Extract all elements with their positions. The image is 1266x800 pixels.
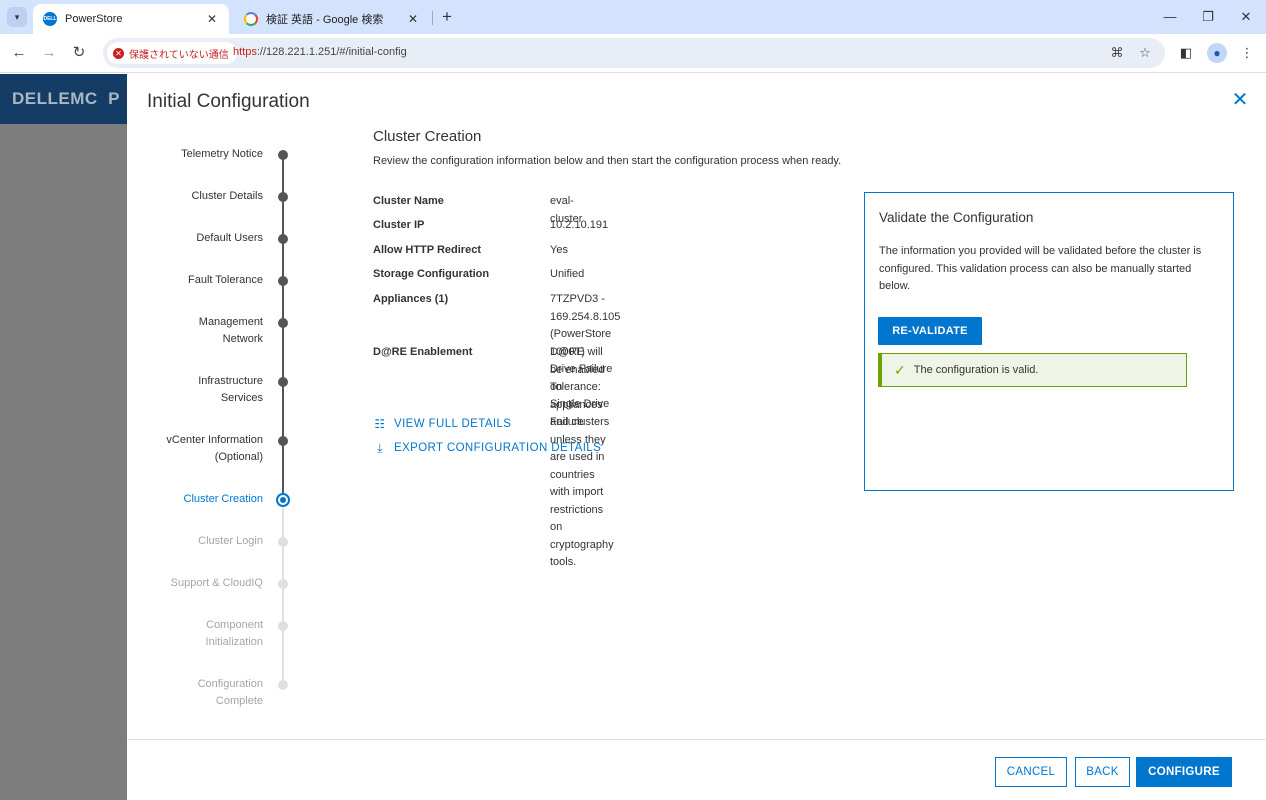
validate-description: The information you provided will be val… — [879, 245, 1202, 292]
url-rest: ://128.221.1.251/#/initial-config — [256, 46, 407, 58]
close-icon[interactable]: ✕ — [1230, 90, 1250, 110]
close-tab-icon[interactable]: ✕ — [205, 12, 219, 26]
step-pending-dot — [278, 680, 288, 690]
step-configuration-complete: Configuration Complete — [197, 678, 263, 707]
detail-label: D@RE Enablement — [373, 346, 473, 358]
link-label: EXPORT CONFIGURATION DETAILS — [394, 442, 602, 454]
restore-button[interactable]: ❐ — [1194, 7, 1222, 27]
google-icon — [244, 12, 258, 26]
checklist-icon: ☷ — [374, 417, 386, 431]
back-button[interactable]: BACK — [1075, 757, 1130, 787]
step-complete-dot — [278, 276, 288, 286]
step-pending-dot — [278, 537, 288, 547]
step-component-initialization: Component Initialization — [205, 619, 263, 648]
url-text[interactable]: https://128.221.1.251/#/initial-config — [233, 46, 407, 58]
validate-title: Validate the Configuration — [879, 210, 1034, 225]
detail-label: Storage Configuration — [373, 268, 490, 280]
detail-value: D@RE will be enabled on appliances and c… — [550, 344, 614, 572]
detail-label: Allow HTTP Redirect — [373, 244, 481, 256]
side-panel-icon[interactable]: ◧ — [1176, 43, 1196, 63]
cancel-button[interactable]: CANCEL — [995, 757, 1067, 787]
configure-button[interactable]: CONFIGURE — [1136, 757, 1232, 787]
detail-label: Cluster IP — [373, 219, 425, 231]
view-full-details-link[interactable]: ☷ VIEW FULL DETAILS — [373, 417, 511, 431]
security-chip[interactable]: ✕ 保護されていない通信 — [107, 42, 237, 64]
checkmark-icon: ✓ — [894, 361, 906, 378]
revalidate-button[interactable]: RE-VALIDATE — [878, 317, 982, 345]
step-pending-dot — [278, 579, 288, 589]
step-complete-dot — [278, 150, 288, 160]
logo-text: DELLEMC — [12, 89, 98, 108]
wizard-stepper: Telemetry Notice Cluster Details Default… — [127, 134, 327, 734]
security-label: 保護されていない通信 — [129, 49, 229, 61]
tab-title: 検証 英語 - Google 検索 — [266, 14, 384, 26]
dell-emc-logo: DELLEMC P — [12, 89, 120, 109]
more-menu-icon[interactable]: ⋮ — [1237, 43, 1257, 63]
dialog-title: Initial Configuration — [147, 91, 310, 112]
step-current-dot — [276, 493, 290, 507]
step-default-users[interactable]: Default Users — [133, 230, 263, 247]
new-tab-button[interactable]: + — [438, 8, 456, 26]
minimize-button[interactable]: — — [1156, 7, 1184, 27]
dell-icon: DELL — [43, 12, 57, 26]
product-initial: P — [108, 89, 120, 108]
link-label: VIEW FULL DETAILS — [394, 418, 512, 430]
detail-label: Cluster Name — [373, 195, 444, 207]
dare-line: restrictions on cryptography tools. — [550, 503, 614, 569]
step-complete-dot — [278, 234, 288, 244]
forward-arrow-icon[interactable]: → — [38, 42, 60, 64]
section-description: Review the configuration information bel… — [373, 155, 842, 167]
step-infrastructure-services[interactable]: Infrastructure Services — [181, 373, 263, 407]
step-complete-dot — [278, 192, 288, 202]
reload-icon[interactable]: ↻ — [68, 42, 90, 64]
step-management-network[interactable]: Management Network — [185, 314, 263, 348]
step-cluster-login: Cluster Login — [198, 535, 263, 547]
browser-toolbar: ← → ↻ ✕ 保護されていない通信 https://128.221.1.251… — [0, 34, 1266, 73]
bookmark-star-icon[interactable]: ☆ — [1136, 44, 1154, 62]
tab-google-search[interactable]: 検証 英語 - Google 検索 ✕ — [234, 4, 430, 34]
step-complete-dot — [278, 318, 288, 328]
step-pending-dot — [278, 621, 288, 631]
back-arrow-icon[interactable]: ← — [8, 42, 30, 64]
step-telemetry-notice[interactable]: Telemetry Notice — [133, 146, 263, 163]
window-close-button[interactable]: ✕ — [1232, 7, 1260, 27]
tab-search-dropdown-icon[interactable]: ▾ — [7, 7, 27, 27]
validation-status-text: The configuration is valid. — [913, 364, 1039, 376]
step-complete-dot — [278, 436, 288, 446]
detail-value: 10.2.10.191 — [550, 219, 609, 231]
tab-divider — [432, 11, 433, 25]
not-secure-icon: ✕ — [113, 47, 124, 59]
detail-value: Yes — [550, 244, 568, 256]
initial-configuration-dialog: Initial Configuration ✕ Telemetry Notice… — [127, 74, 1266, 800]
export-configuration-link[interactable]: ⤓ EXPORT CONFIGURATION DETAILS — [373, 441, 601, 455]
close-tab-icon[interactable]: ✕ — [406, 12, 420, 26]
stepper-line-pending — [282, 508, 284, 684]
tab-powerstore[interactable]: DELL PowerStore ✕ — [33, 4, 229, 34]
app-background-overlay — [0, 124, 127, 800]
profile-avatar-icon[interactable]: ● — [1207, 43, 1227, 63]
dare-line: D@RE will be enabled on appliances and c… — [550, 346, 610, 428]
detail-label: Appliances (1) — [373, 293, 449, 305]
browser-tabstrip: ▾ DELL PowerStore ✕ 検証 英語 - Google 検索 ✕ … — [0, 0, 1266, 34]
step-support-cloudiq: Support & CloudIQ — [170, 577, 263, 589]
app-header: DELLEMC P — [0, 74, 127, 124]
download-icon: ⤓ — [377, 441, 383, 455]
validate-panel: Validate the Configuration The informati… — [864, 192, 1234, 491]
validation-success-message: ✓ The configuration is valid. — [878, 353, 1187, 387]
step-complete-dot — [278, 377, 288, 387]
translate-icon[interactable]: ⌘ — [1108, 44, 1126, 62]
step-fault-tolerance[interactable]: Fault Tolerance — [133, 272, 263, 289]
step-cluster-creation[interactable]: Cluster Creation — [133, 491, 263, 508]
tab-title: PowerStore — [65, 13, 123, 25]
url-scheme: https — [233, 46, 257, 58]
section-title: Cluster Creation — [373, 128, 482, 145]
step-cluster-details[interactable]: Cluster Details — [133, 188, 263, 205]
dialog-footer-divider — [127, 739, 1266, 740]
step-vcenter-information[interactable]: vCenter Information (Optional) — [153, 432, 263, 466]
detail-value: Unified — [550, 268, 585, 280]
address-bar[interactable]: ✕ 保護されていない通信 https://128.221.1.251/#/ini… — [103, 38, 1165, 68]
